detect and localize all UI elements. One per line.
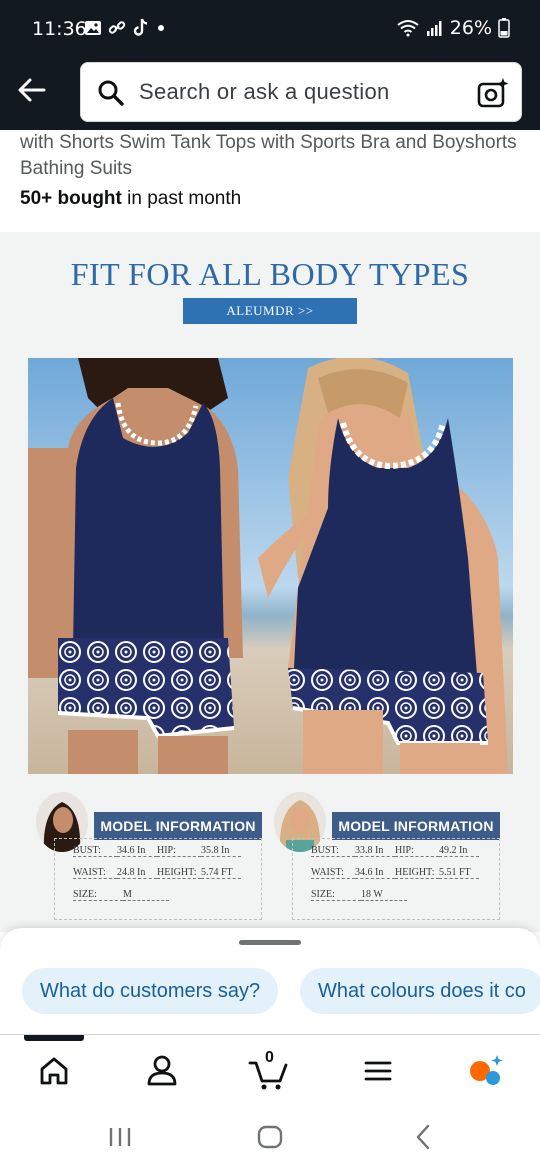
product-image[interactable]: FIT FOR ALL BODY TYPES ALEUMDR >> MODEL …: [0, 232, 540, 932]
image-heading: FIT FOR ALL BODY TYPES: [70, 256, 470, 292]
recent-apps-icon[interactable]: [105, 1122, 135, 1152]
cart-count: 0: [265, 1049, 274, 1066]
home-button-icon[interactable]: [255, 1122, 285, 1152]
rufus-icon[interactable]: [466, 1051, 506, 1091]
bust-label: BUST:: [311, 845, 355, 857]
product-title[interactable]: with Shorts Swim Tank Tops with Sports B…: [20, 130, 520, 182]
status-bar: 11:36 26%: [0, 0, 540, 58]
waist-value: 34.6 In: [355, 867, 395, 879]
model-info-label-1: MODEL INFORMATION: [94, 812, 262, 840]
size-label: SIZE:: [311, 889, 361, 901]
search-bar[interactable]: [80, 62, 522, 122]
bought-info: 50+ bought in past month: [20, 188, 241, 210]
model-info-box-2: BUST: 33.8 In HIP: 49.2 In WAIST: 34.6 In HEI…: [292, 838, 500, 920]
waist-label: WAIST:: [311, 867, 355, 879]
bought-count: 50+ bought: [20, 188, 122, 209]
wifi-icon: [397, 20, 419, 37]
back-arrow-icon[interactable]: [14, 72, 50, 108]
model-info-label-2: MODEL INFORMATION: [332, 812, 500, 840]
hip-value: 35.8 In: [201, 845, 241, 857]
tiktok-icon: [133, 18, 148, 36]
search-input[interactable]: [139, 63, 459, 121]
hip-label: HIP:: [395, 845, 439, 857]
bottom-nav: 0: [0, 1034, 540, 1104]
gallery-icon: [85, 21, 101, 35]
battery-icon: [498, 18, 510, 38]
header: [0, 58, 540, 130]
suggestions-sheet: What do customers say? What colours does…: [0, 928, 540, 1038]
dot-icon: [158, 25, 164, 31]
hip-value: 49.2 In: [439, 845, 479, 857]
size-value: M: [123, 889, 169, 901]
battery-percent: 26%: [449, 17, 492, 39]
size-label: SIZE:: [73, 889, 123, 901]
model-info-card-1: MODEL INFORMATION BUST: 34.6 In HIP: 35.8 I…: [30, 792, 266, 922]
waist-value: 24.8 In: [117, 867, 157, 879]
search-icon: [98, 80, 124, 106]
size-value: 18 W: [361, 889, 407, 901]
model-photo: [28, 358, 513, 774]
bought-suffix: in past month: [121, 188, 242, 209]
model-info-box-1: BUST: 34.6 In HIP: 35.8 In WAIST: 24.8 In HEI…: [54, 838, 262, 920]
waist-label: WAIST:: [73, 867, 117, 879]
camera-search-icon[interactable]: [477, 77, 509, 109]
home-icon[interactable]: [34, 1051, 74, 1091]
height-label: HEIGHT:: [157, 867, 201, 879]
system-nav-bar: [0, 1104, 540, 1170]
suggestion-chip[interactable]: What colours does it co: [300, 968, 540, 1014]
menu-icon[interactable]: [358, 1051, 398, 1091]
system-status-icons: 26%: [396, 17, 510, 39]
account-icon[interactable]: [142, 1051, 182, 1091]
active-tab-indicator: [24, 1035, 84, 1041]
notification-icons: [84, 18, 166, 38]
bust-label: BUST:: [73, 845, 117, 857]
hip-label: HIP:: [157, 845, 201, 857]
model-info-card-2: MODEL INFORMATION BUST: 33.8 In HIP: 49.2 I…: [268, 792, 504, 922]
bust-value: 34.6 In: [117, 845, 157, 857]
status-time: 11:36: [32, 18, 87, 40]
height-label: HEIGHT:: [395, 867, 439, 879]
height-value: 5.51 FT: [439, 867, 479, 879]
back-button-icon[interactable]: [408, 1122, 438, 1152]
signal-icon: [426, 21, 442, 36]
height-value: 5.74 FT: [201, 867, 241, 879]
brand-banner: ALEUMDR >>: [183, 298, 357, 324]
bust-value: 33.8 In: [355, 845, 395, 857]
suggestion-chip[interactable]: What do customers say?: [22, 968, 279, 1014]
cart-button[interactable]: 0: [248, 1049, 288, 1091]
link-icon: [108, 21, 126, 34]
drag-handle[interactable]: [239, 940, 301, 945]
